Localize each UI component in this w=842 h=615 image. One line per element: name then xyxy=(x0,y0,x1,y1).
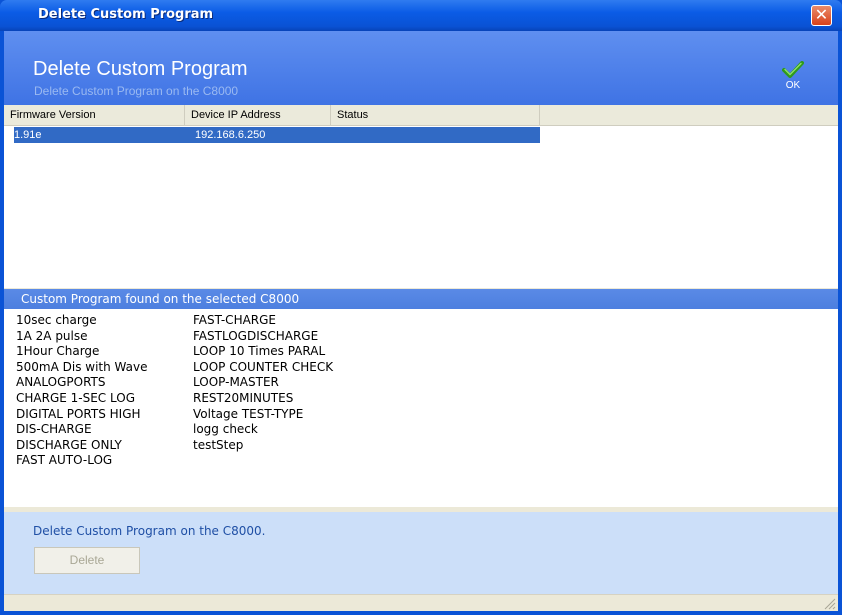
title-bar[interactable]: Delete Custom Program ✕ xyxy=(0,0,842,31)
program-item[interactable]: DIGITAL PORTS HIGH xyxy=(16,407,147,423)
program-column-1: 10sec charge 1A 2A pulse 1Hour Charge 50… xyxy=(16,313,147,469)
program-item[interactable]: FASTLOGDISCHARGE xyxy=(193,329,333,345)
check-icon xyxy=(782,61,804,78)
program-item[interactable]: logg check xyxy=(193,422,333,438)
program-item[interactable]: 500mA Dis with Wave xyxy=(16,360,147,376)
program-column-2: FAST-CHARGE FASTLOGDISCHARGE LOOP 10 Tim… xyxy=(193,313,333,453)
device-row[interactable]: 1.91e 192.168.6.250 xyxy=(14,127,540,143)
program-item[interactable]: LOOP COUNTER CHECK xyxy=(193,360,333,376)
list-header: Firmware Version Device IP Address Statu… xyxy=(4,105,838,126)
program-item[interactable]: LOOP 10 Times PARAL xyxy=(193,344,333,360)
banner-title: Delete Custom Program xyxy=(33,58,248,80)
program-item[interactable]: FAST-CHARGE xyxy=(193,313,333,329)
program-item[interactable]: REST20MINUTES xyxy=(193,391,333,407)
column-header-firmware[interactable]: Firmware Version xyxy=(4,105,185,125)
banner-subtitle: Delete Custom Program on the C8000 xyxy=(34,84,239,98)
dialog-window: Delete Custom Program ✕ Delete Custom Pr… xyxy=(0,0,842,615)
program-item[interactable]: Voltage TEST-TYPE xyxy=(193,407,333,423)
program-item[interactable]: CHARGE 1-SEC LOG xyxy=(16,391,147,407)
device-list[interactable]: Firmware Version Device IP Address Statu… xyxy=(4,105,838,288)
program-item[interactable]: ANALOGPORTS xyxy=(16,375,147,391)
dialog-content: Delete Custom Program Delete Custom Prog… xyxy=(4,31,838,611)
program-item[interactable]: 1A 2A pulse xyxy=(16,329,147,345)
action-message: Delete Custom Program on the C8000. xyxy=(33,524,266,538)
column-header-ip[interactable]: Device IP Address xyxy=(185,105,331,125)
program-item[interactable]: LOOP-MASTER xyxy=(193,375,333,391)
programs-section-header: Custom Program found on the selected C80… xyxy=(4,289,838,309)
ip-cell: 192.168.6.250 xyxy=(195,129,266,141)
column-header-status[interactable]: Status xyxy=(331,105,540,125)
program-item[interactable]: testStep xyxy=(193,438,333,454)
window-title: Delete Custom Program xyxy=(38,7,214,22)
program-item[interactable]: FAST AUTO-LOG xyxy=(16,453,147,469)
close-button[interactable]: ✕ xyxy=(811,5,832,26)
programs-header-label: Custom Program found on the selected C80… xyxy=(21,292,300,306)
program-list[interactable]: 10sec charge 1A 2A pulse 1Hour Charge 50… xyxy=(4,309,838,507)
program-item[interactable]: 10sec charge xyxy=(16,313,147,329)
delete-button[interactable]: Delete xyxy=(34,547,140,574)
ok-label: OK xyxy=(785,80,801,91)
action-panel: Delete Custom Program on the C8000. Dele… xyxy=(4,512,838,594)
header-banner: Delete Custom Program Delete Custom Prog… xyxy=(4,31,838,105)
close-icon: ✕ xyxy=(814,5,829,24)
resize-grip-icon[interactable] xyxy=(824,598,836,610)
status-bar xyxy=(4,594,838,611)
firmware-cell: 1.91e xyxy=(14,129,42,141)
program-item[interactable]: DISCHARGE ONLY xyxy=(16,438,147,454)
program-item[interactable]: 1Hour Charge xyxy=(16,344,147,360)
ok-button[interactable]: OK xyxy=(778,61,808,97)
program-item[interactable]: DIS-CHARGE xyxy=(16,422,147,438)
